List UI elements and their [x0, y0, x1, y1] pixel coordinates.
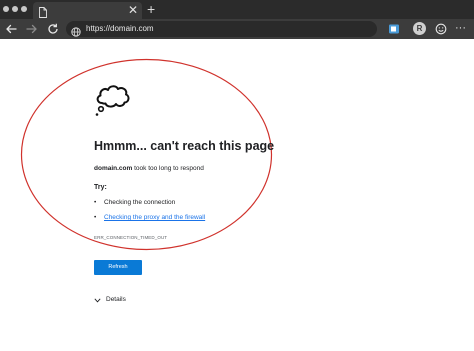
proxy-firewall-link[interactable]: Checking the proxy and the firewall [104, 214, 205, 221]
window-close-dot[interactable] [3, 6, 9, 12]
error-page [0, 39, 474, 351]
tab-strip: ✕ + [0, 0, 474, 19]
smiley-icon[interactable] [434, 22, 448, 36]
chevron-down-icon [94, 298, 101, 303]
refresh-button[interactable]: Refresh [94, 260, 142, 275]
bullet: • [94, 199, 97, 206]
window-minimize-dot[interactable] [12, 6, 18, 12]
page-icon [39, 5, 47, 18]
window-maximize-dot[interactable] [21, 6, 27, 12]
details-label: Details [106, 296, 126, 303]
forward-arrow-icon[interactable] [25, 22, 39, 36]
tab-close-icon[interactable]: ✕ [128, 3, 138, 17]
error-description-text: took too long to respond [132, 165, 204, 172]
profile-avatar[interactable]: R [413, 22, 426, 35]
thought-cloud-icon [95, 85, 130, 116]
address-url[interactable]: https://domain.com [86, 21, 154, 37]
error-code: ERR_CONNECTION_TIMED_OUT [94, 235, 168, 240]
more-menu-icon[interactable]: ··· [455, 21, 466, 35]
collections-icon[interactable] [387, 22, 401, 36]
back-arrow-icon[interactable] [4, 22, 18, 36]
globe-icon [71, 24, 81, 37]
page-title: Hmmm... can't reach this page [94, 139, 275, 153]
address-bar[interactable]: https://domain.com [66, 21, 377, 37]
error-description: domain.com took too long to respond [94, 165, 204, 172]
suggestion-connection-text: Checking the connection [104, 199, 176, 206]
active-tab[interactable]: ✕ [33, 2, 142, 19]
reload-icon[interactable] [46, 22, 60, 36]
try-heading: Try: [94, 184, 107, 191]
error-host: domain.com [94, 165, 133, 172]
browser-toolbar: https://domain.com R ··· [0, 19, 474, 39]
bullet: • [94, 214, 97, 221]
new-tab-button[interactable]: + [147, 0, 155, 19]
